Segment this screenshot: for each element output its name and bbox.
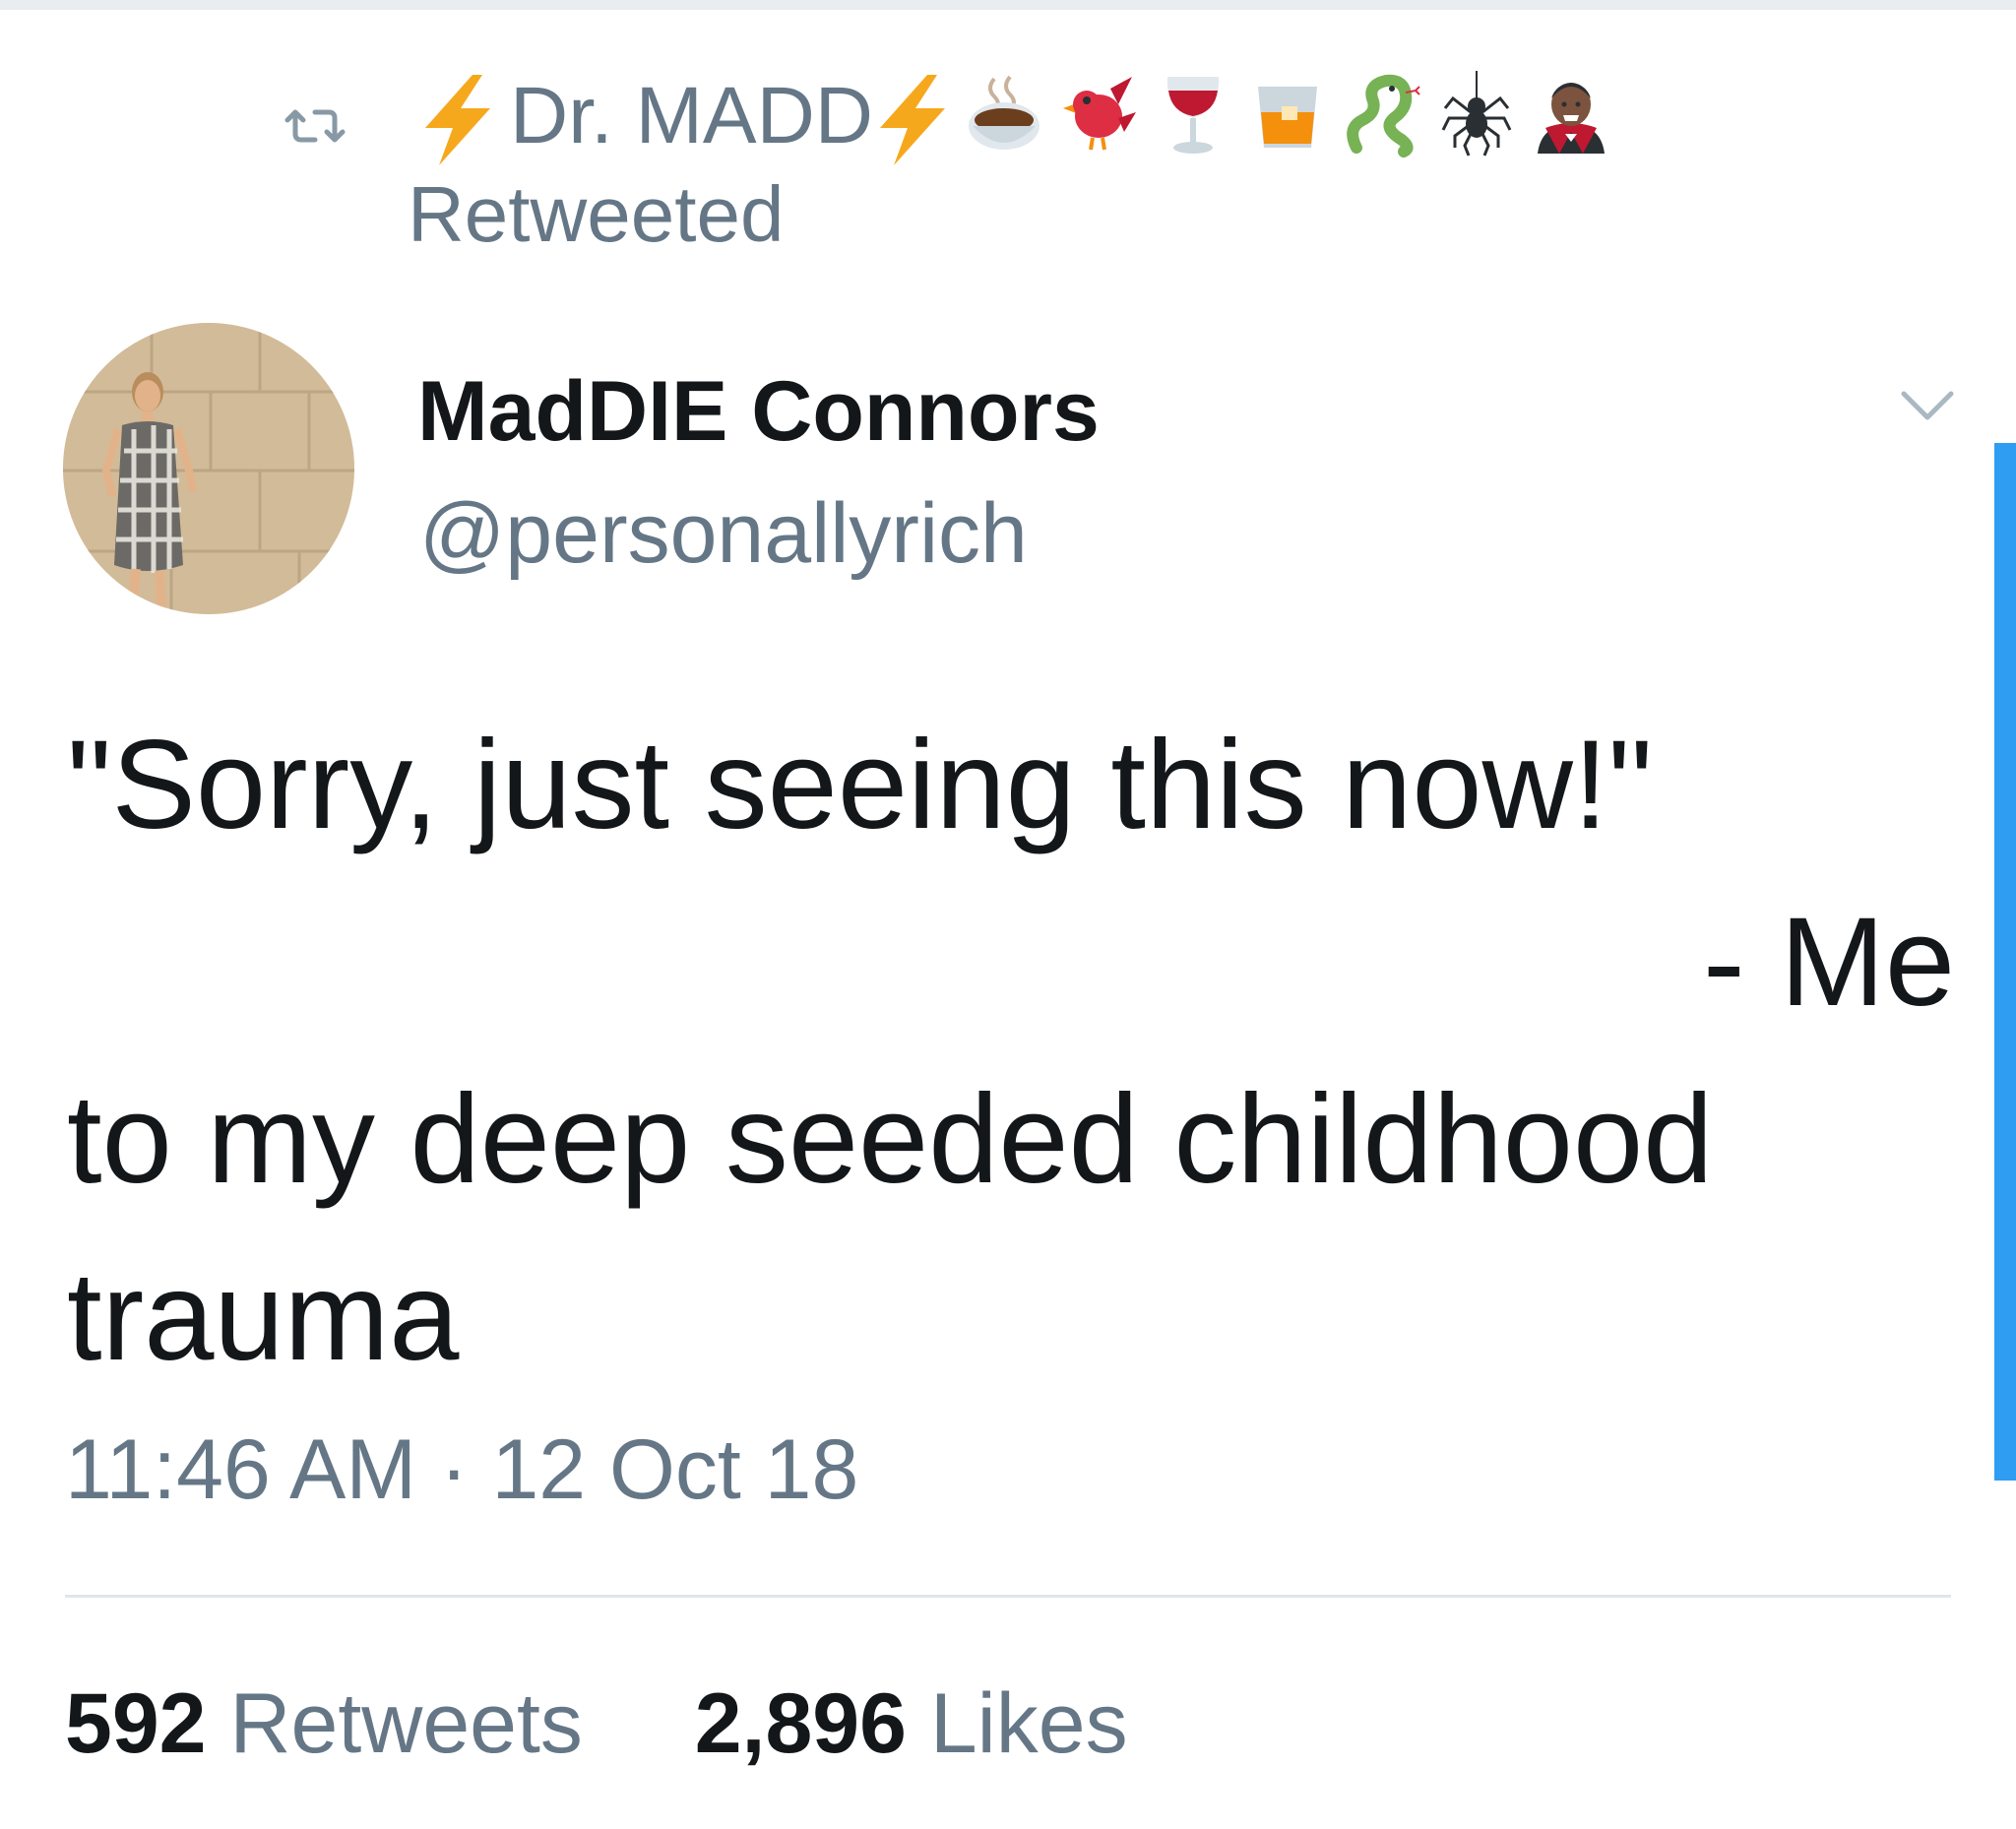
handle[interactable]: @personallyrich [419,482,1028,585]
retweeted-label: Retweeted [408,170,785,258]
retweets-stat[interactable]: 592 Retweets [65,1676,606,1771]
vampire-icon [1538,83,1605,154]
tweet-line-quote: "Sorry, just seeing this now!" [67,715,1653,855]
display-name[interactable]: MadDIE Connors [417,360,1100,463]
tweet-text: "Sorry, just seeing this now!" - Me to m… [67,697,1957,1406]
divider [65,1595,1951,1598]
whiskey-glass-icon [1258,87,1317,148]
tweet-line-attribution: - Me [1703,892,1955,1033]
tweet-date: 12 Oct 18 [491,1422,859,1517]
coffee-icon [969,75,1040,150]
chevron-down-icon[interactable] [1898,386,1957,425]
likes-stat[interactable]: 2,896 Likes [671,1676,1128,1771]
avatar[interactable] [63,323,354,614]
likes-label: Likes [929,1676,1128,1771]
retweets-count: 592 [65,1676,207,1771]
spider-icon [1441,71,1512,157]
likes-count: 2,896 [694,1676,907,1771]
retweeter-name[interactable]: Dr. MADD [510,67,873,165]
tweet-line-ending: trauma [67,1246,460,1387]
name-emoji-row [965,69,1610,158]
snake-icon [1347,74,1420,158]
engagement-stats: 592 Retweets 2,896 Likes [65,1670,1128,1778]
lightning-icon [880,75,945,165]
top-border [0,0,2016,10]
timestamp[interactable]: 11:46 AM · 12 Oct 18 [65,1416,858,1524]
lightning-icon [425,75,490,165]
wine-glass-icon [1166,77,1220,154]
tweet-time: 11:46 AM [65,1422,416,1517]
scrollbar[interactable] [1994,443,2016,1481]
timestamp-separator: · [439,1422,469,1517]
tweet-line-context: to my deep seeded childhood [67,1069,1714,1210]
retweet-icon [284,109,346,143]
profile-photo [63,323,354,614]
bird-icon [1063,77,1136,151]
retweets-label: Retweets [229,1676,583,1771]
